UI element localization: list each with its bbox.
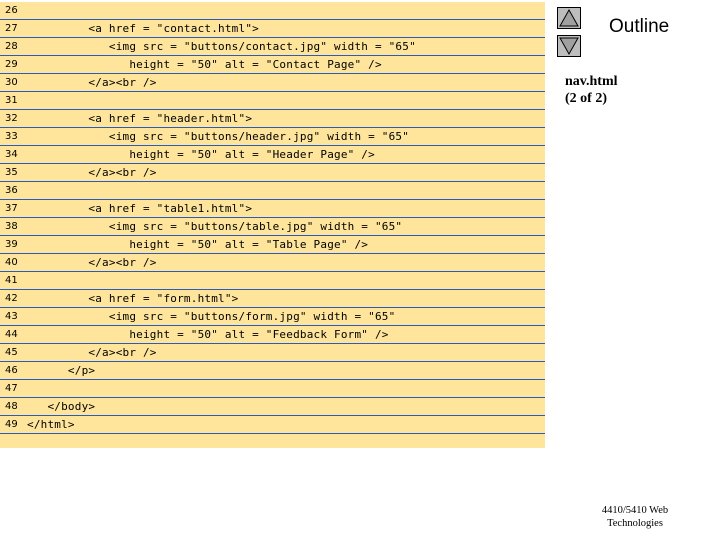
code-line: 39 height = "50" alt = "Table Page" />: [0, 236, 545, 254]
code-line: 31: [0, 92, 545, 110]
code-line: 36: [0, 182, 545, 200]
line-number: 38: [0, 218, 27, 236]
code-text: <a href = "table1.html">: [27, 202, 253, 215]
code-text: </body>: [27, 400, 96, 413]
code-text: <a href = "header.html">: [27, 112, 253, 125]
code-text: </html>: [27, 418, 75, 431]
code-line: 37 <a href = "table1.html">: [0, 200, 545, 218]
line-number: 46: [0, 362, 27, 380]
line-number: 35: [0, 164, 27, 182]
code-line: 44 height = "50" alt = "Feedback Form" /…: [0, 326, 545, 344]
line-number: 31: [0, 92, 27, 110]
code-listing: 26 27 <a href = "contact.html"> 28 <img sr…: [0, 0, 545, 448]
page-indicator: (2 of 2): [565, 91, 607, 106]
code-line: 48 </body>: [0, 398, 545, 416]
code-text: </a><br />: [27, 346, 157, 359]
line-number: 27: [0, 20, 27, 38]
line-number: 30: [0, 74, 27, 92]
line-number: 45: [0, 344, 27, 362]
code-line: 45 </a><br />: [0, 344, 545, 362]
code-text: </a><br />: [27, 256, 157, 269]
file-title: nav.html (2 of 2): [565, 73, 618, 107]
code-line: 47: [0, 380, 545, 398]
course-name: Technologies: [607, 518, 663, 529]
line-number: 42: [0, 290, 27, 308]
code-text: <img src = "buttons/table.jpg" width = "…: [27, 220, 403, 233]
code-text: <img src = "buttons/contact.jpg" width =…: [27, 40, 416, 53]
code-line: 41: [0, 272, 545, 290]
previous-slide-button[interactable]: [557, 7, 581, 29]
code-text: <img src = "buttons/form.jpg" width = "6…: [27, 310, 396, 323]
code-text: height = "50" alt = "Header Page" />: [27, 148, 375, 161]
code-line: 33 <img src = "buttons/header.jpg" width…: [0, 128, 545, 146]
code-text: height = "50" alt = "Table Page" />: [27, 238, 369, 251]
code-line: 32 <a href = "header.html">: [0, 110, 545, 128]
code-line: 46 </p>: [0, 362, 545, 380]
line-number: 40: [0, 254, 27, 272]
code-line: 40 </a><br />: [0, 254, 545, 272]
line-number: 37: [0, 200, 27, 218]
outline-link[interactable]: Outline: [609, 16, 669, 38]
line-number: 34: [0, 146, 27, 164]
code-line: 43 <img src = "buttons/form.jpg" width =…: [0, 308, 545, 326]
code-line: 38 <img src = "buttons/table.jpg" width …: [0, 218, 545, 236]
line-number: 43: [0, 308, 27, 326]
line-number: 26: [0, 2, 27, 20]
triangle-down-icon: [559, 37, 579, 56]
code-line: 35 </a><br />: [0, 164, 545, 182]
code-line: 30 </a><br />: [0, 74, 545, 92]
code-line: 34 height = "50" alt = "Header Page" />: [0, 146, 545, 164]
line-number: 47: [0, 380, 27, 398]
code-line: 29 height = "50" alt = "Contact Page" />: [0, 56, 545, 74]
code-line: 49 </html>: [0, 416, 545, 434]
line-number: 39: [0, 236, 27, 254]
line-number: 49: [0, 416, 27, 434]
triangle-up-icon: [559, 8, 579, 27]
line-number: 32: [0, 110, 27, 128]
line-number: 28: [0, 38, 27, 56]
line-number: 33: [0, 128, 27, 146]
code-text: <a href = "form.html">: [27, 292, 239, 305]
code-text: <img src = "buttons/header.jpg" width = …: [27, 130, 410, 143]
line-number: 41: [0, 272, 27, 290]
line-number: 36: [0, 182, 27, 200]
line-number: 29: [0, 56, 27, 74]
code-line: 28 <img src = "buttons/contact.jpg" widt…: [0, 38, 545, 56]
course-footer: 4410/5410 Web Technologies: [585, 504, 685, 530]
code-text: </a><br />: [27, 166, 157, 179]
code-line: 27 <a href = "contact.html">: [0, 20, 545, 38]
code-text: height = "50" alt = "Contact Page" />: [27, 58, 382, 71]
course-number: 4410/5410 Web: [601, 505, 669, 516]
code-panel-fill: [0, 434, 545, 448]
code-text: </p>: [27, 364, 96, 377]
next-slide-button[interactable]: [557, 35, 581, 57]
line-number: 48: [0, 398, 27, 416]
line-number: 44: [0, 326, 27, 344]
code-line: 26: [0, 2, 545, 20]
code-text: height = "50" alt = "Feedback Form" />: [27, 328, 389, 341]
code-text: </a><br />: [27, 76, 157, 89]
code-text: <a href = "contact.html">: [27, 22, 259, 35]
file-name: nav.html: [565, 74, 618, 89]
code-line: 42 <a href = "form.html">: [0, 290, 545, 308]
